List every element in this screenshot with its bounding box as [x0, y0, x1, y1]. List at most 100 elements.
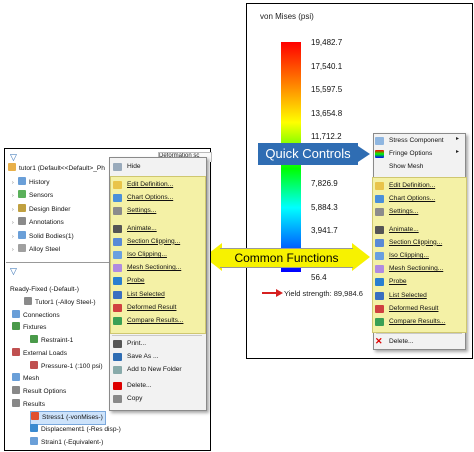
tree-label: External Loads	[23, 349, 67, 357]
tree-item[interactable]: Strain1 (-Equivalent-)	[30, 436, 103, 449]
menu-item[interactable]: Chart Options...	[113, 192, 174, 204]
tree-item[interactable]: › History	[12, 177, 50, 189]
tree-item[interactable]: Connections	[12, 309, 60, 322]
menu-item[interactable]: Mesh Sectioning...	[113, 262, 181, 274]
tree-item[interactable]: Tutor1 (-Alloy Steel-)	[24, 297, 96, 309]
menu-hide[interactable]: Hide	[113, 161, 141, 173]
submenu-arrow-icon: ▸	[456, 149, 460, 155]
menu-label: Settings...	[389, 208, 419, 216]
tree-label: Annotations	[29, 219, 64, 227]
menu-item[interactable]: List Selected	[113, 289, 165, 301]
menu-item[interactable]: Print...	[113, 338, 146, 350]
menu-label: Save As ...	[127, 353, 159, 361]
tree-item[interactable]: Result Options	[12, 385, 67, 398]
tree-item[interactable]: Fixtures	[12, 322, 46, 334]
tree-item[interactable]: Mesh	[12, 373, 39, 385]
menu-item-icon	[113, 353, 122, 362]
menu-label: Mesh Sectioning...	[389, 265, 444, 273]
menu-item[interactable]: Settings...	[113, 205, 157, 217]
menu-item[interactable]: Compare Results...	[113, 315, 183, 327]
menu-item-icon	[113, 251, 122, 259]
menu-item-icon	[113, 340, 122, 348]
menu-item[interactable]: Save As ...	[113, 351, 159, 363]
common-functions-badge: Common Functions	[220, 248, 353, 268]
menu-show-mesh[interactable]: Show Mesh	[389, 161, 423, 173]
menu-item[interactable]: Edit Definition...	[113, 179, 174, 191]
menu-item[interactable]: Add to New Folder	[113, 364, 182, 376]
tree-item[interactable]: › Solid Bodies(1)	[12, 230, 74, 243]
tree-item-icon	[18, 244, 26, 252]
tree-item[interactable]: Results	[12, 398, 45, 411]
filter-icon[interactable]: ▽	[10, 152, 17, 163]
menu-item-icon	[375, 291, 384, 300]
menu-label: Edit Definition...	[127, 181, 174, 188]
menu-label: Compare Results...	[389, 318, 446, 325]
menu-item[interactable]: Chart Options...	[375, 193, 435, 205]
menu-item-icon	[113, 181, 122, 189]
menu-fringe-options[interactable]: Fringe Options	[375, 148, 432, 160]
menu-item[interactable]: Iso Clipping...	[113, 249, 167, 261]
menu-label: Animate...	[127, 224, 157, 232]
menu-item[interactable]: Section Clipping...	[375, 237, 442, 249]
legend-value: 15,597.5	[311, 85, 343, 94]
menu-label: Chart Options...	[127, 194, 174, 202]
menu-item[interactable]: Settings...	[375, 206, 419, 218]
menu-item[interactable]: Animate...	[113, 223, 157, 235]
menu-label: List Selected	[127, 290, 165, 298]
menu-item-icon	[113, 277, 122, 286]
menu-item[interactable]: List Selected	[375, 290, 427, 302]
tree-item[interactable]: › Annotations	[12, 217, 64, 229]
tree-label: Pressure-1 (:100 psi)	[41, 362, 103, 370]
tree-item-icon	[31, 412, 39, 421]
menu-item-icon	[375, 238, 384, 247]
menu-item-icon	[113, 381, 122, 390]
menu-item[interactable]: Delete...	[113, 380, 152, 392]
menu-label: Settings...	[127, 207, 157, 215]
tree-item-icon	[18, 217, 26, 226]
fringe-icon	[375, 150, 384, 158]
tree-item[interactable]: › Design Binder	[12, 203, 71, 216]
quick-controls-label: Quick Controls	[265, 146, 351, 161]
menu-stress-component[interactable]: Stress Component	[375, 135, 444, 147]
tree-item[interactable]: Displacement1 (-Res disp-)	[30, 424, 121, 436]
menu-item[interactable]: Section Clipping...	[113, 236, 180, 248]
menu-item[interactable]: Deformed Result	[375, 303, 438, 315]
tree-label: Result Options	[23, 387, 67, 395]
yield-arrow-head	[276, 289, 283, 297]
study-root[interactable]: Ready-Fixed (-Default-)	[10, 284, 79, 296]
tree-item[interactable]: Pressure-1 (:100 psi)	[30, 360, 103, 373]
menu-item[interactable]: Edit Definition...	[375, 180, 435, 192]
menu-item-icon	[375, 304, 384, 313]
menu-item[interactable]: Mesh Sectioning...	[375, 263, 444, 275]
tree-divider	[6, 262, 112, 263]
menu-item[interactable]: Iso Clipping...	[375, 250, 429, 262]
tree-item[interactable]: External Loads	[12, 347, 67, 360]
study-filter-icon[interactable]: ▽	[10, 266, 17, 277]
menu-item-icon	[113, 237, 122, 246]
menu-item[interactable]: Probe	[375, 276, 407, 288]
tree-item[interactable]: › Alloy Steel	[12, 244, 60, 256]
stress-component-icon	[375, 137, 384, 145]
tree-item-icon	[12, 385, 20, 394]
tree-item-icon	[12, 322, 20, 331]
menu-item[interactable]: Deformed Result	[113, 302, 176, 314]
menu-separator	[376, 333, 462, 334]
tree-label: Design Binder	[29, 205, 71, 213]
tree-item-icon	[30, 436, 38, 445]
tree-item[interactable]: Restraint-1	[30, 335, 73, 347]
menu-item-icon	[375, 278, 384, 287]
tree-label: Sensors	[29, 192, 54, 200]
menu-delete-right[interactable]: ✕ Delete...	[375, 336, 414, 348]
legend-value: 11,712.2	[311, 132, 342, 141]
menu-item[interactable]: Probe	[113, 275, 145, 287]
legend-value: 19,482.7	[311, 38, 343, 47]
tree-item[interactable]: › Sensors	[12, 190, 53, 202]
menu-item[interactable]: Animate...	[375, 224, 419, 236]
menu-item[interactable]: Compare Results...	[375, 316, 446, 328]
tree-label: Results	[23, 400, 45, 408]
legend-value: 17,540.1	[311, 61, 343, 71]
menu-item[interactable]: Copy	[113, 393, 142, 405]
quick-controls-badge: Quick Controls	[258, 143, 358, 165]
part-icon	[8, 163, 16, 171]
tree-root[interactable]: tutor1 (Default<<Default>_Ph	[8, 163, 105, 175]
